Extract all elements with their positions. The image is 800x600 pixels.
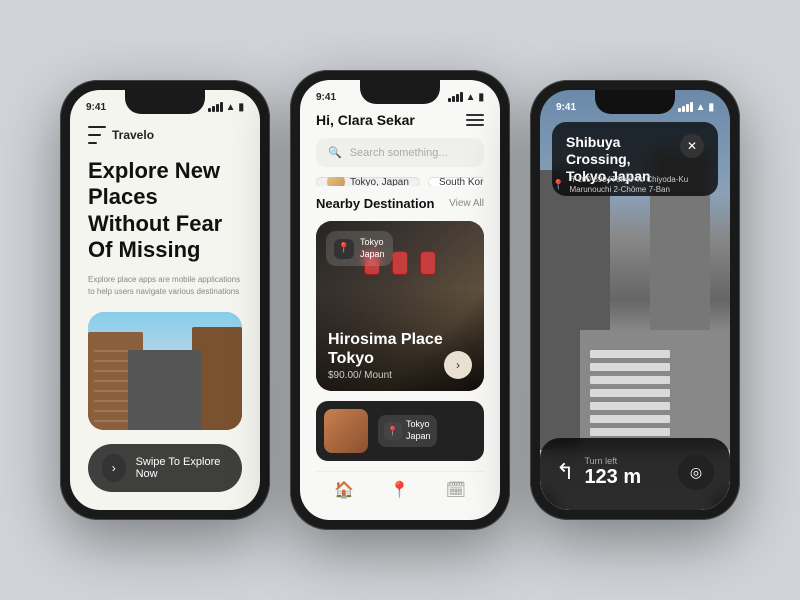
battery-icon: ▮ — [238, 102, 244, 113]
pin-icon: 📍 — [552, 180, 564, 191]
section-title: Nearby Destination — [316, 196, 434, 211]
time-3: 9:41 — [556, 102, 576, 113]
swipe-button[interactable]: › Swipe To Explore Now — [88, 444, 242, 492]
hero-subtitle: Explore place apps are mobile applicatio… — [88, 274, 242, 298]
menu-icon[interactable] — [466, 114, 484, 126]
navigation-card: ↰ Turn left 123 m ◎ — [540, 438, 730, 510]
logo-text: Travelo — [112, 128, 154, 142]
app-logo: Travelo — [88, 126, 242, 144]
status-icons-1: ▲ ▮ — [208, 102, 244, 113]
time-2: 9:41 — [316, 92, 336, 103]
turn-arrow-icon: ↰ — [556, 459, 574, 485]
battery-icon-2: ▮ — [478, 92, 484, 103]
filter-chips: Tokyo, Japan South Korea Ind... — [316, 177, 484, 186]
phone-1: 9:41 ▲ ▮ Travelo Ex — [60, 80, 270, 520]
turn-icon: ↰ — [556, 459, 574, 485]
view-all[interactable]: View All — [449, 198, 484, 209]
section-header: Nearby Destination View All — [316, 196, 484, 211]
chip-tokyo[interactable]: Tokyo, Japan — [316, 177, 420, 186]
distance-text: 123 m — [584, 466, 641, 489]
dest-arrow-icon[interactable]: › — [444, 351, 472, 379]
small-destination-card[interactable]: 📍 Tokyo Japan — [316, 401, 484, 461]
battery-icon-3: ▮ — [708, 102, 714, 113]
distance-info: Turn left 123 m — [584, 456, 641, 489]
small-badge-icon: 📍 — [384, 422, 402, 440]
swipe-arrow-icon: › — [102, 454, 126, 482]
small-dest-text: Tokyo Japan — [406, 419, 431, 442]
phone-2: 9:41 ▲ ▮ Hi, Clara Sekar — [290, 70, 510, 530]
nav-calendar[interactable]: 🗓 — [446, 480, 466, 500]
navigation-button[interactable]: ◎ — [678, 454, 714, 490]
nav-location[interactable]: 📍 — [390, 480, 410, 500]
nav-home[interactable]: 🏠 — [334, 480, 354, 500]
notch-3 — [595, 90, 675, 114]
logo-icon — [88, 126, 106, 144]
status-icons-2: ▲ ▮ — [448, 92, 484, 103]
notch-2 — [360, 80, 440, 104]
destination-card-main[interactable]: 📍 Tokyo Japan Hirosima Place Tokyo $90.0… — [316, 221, 484, 391]
map-view: Shibuya Crossing, Tokyo,Japan ✕ 📍 〒100-8… — [540, 90, 730, 510]
signal-icon-3 — [678, 102, 693, 112]
wifi-icon: ▲ — [226, 102, 236, 113]
greeting-text: Hi, Clara Sekar — [316, 112, 415, 128]
signal-icon — [208, 102, 223, 112]
time-1: 9:41 — [86, 102, 106, 113]
chip-label-tokyo: Tokyo, Japan — [350, 177, 409, 186]
search-placeholder: Search something... — [350, 147, 448, 159]
wifi-icon-2: ▲ — [466, 92, 476, 103]
dest-badge-icon: 📍 — [334, 239, 354, 259]
crosswalk — [590, 350, 670, 450]
chip-label-korea: South Korea — [439, 177, 484, 186]
address-text: 〒100-8994Tōkyō-To Chiyoda-Ku Marunouchi … — [569, 175, 718, 196]
turn-info: ↰ Turn left 123 m — [556, 456, 641, 489]
turn-label: Turn left — [584, 456, 641, 466]
street-road — [128, 350, 202, 430]
dest-badge-text: Tokyo Japan — [360, 237, 385, 260]
close-button[interactable]: ✕ — [680, 134, 704, 158]
wifi-icon-3: ▲ — [696, 102, 706, 113]
small-dest-image — [324, 409, 368, 453]
small-dest-badge: 📍 Tokyo Japan — [378, 415, 437, 446]
status-icons-3: ▲ ▮ — [678, 102, 714, 113]
search-icon: 🔍 — [328, 146, 342, 159]
swipe-label: Swipe To Explore Now — [136, 456, 228, 480]
hero-title: Explore New Places Without Fear Of Missi… — [88, 158, 242, 264]
chip-avatar-tokyo — [327, 177, 345, 186]
phone-3: 9:41 ▲ ▮ — [530, 80, 740, 520]
chip-korea[interactable]: South Korea — [428, 177, 484, 186]
location-address: 📍 〒100-8994Tōkyō-To Chiyoda-Ku Marunouch… — [552, 175, 718, 196]
dest-badge: 📍 Tokyo Japan — [326, 231, 393, 266]
notch-1 — [125, 90, 205, 114]
greeting-row: Hi, Clara Sekar — [316, 112, 484, 128]
hero-image — [88, 312, 242, 430]
search-bar[interactable]: 🔍 Search something... — [316, 138, 484, 167]
bottom-nav: 🏠 📍 🗓 — [316, 471, 484, 504]
signal-icon-2 — [448, 92, 463, 102]
